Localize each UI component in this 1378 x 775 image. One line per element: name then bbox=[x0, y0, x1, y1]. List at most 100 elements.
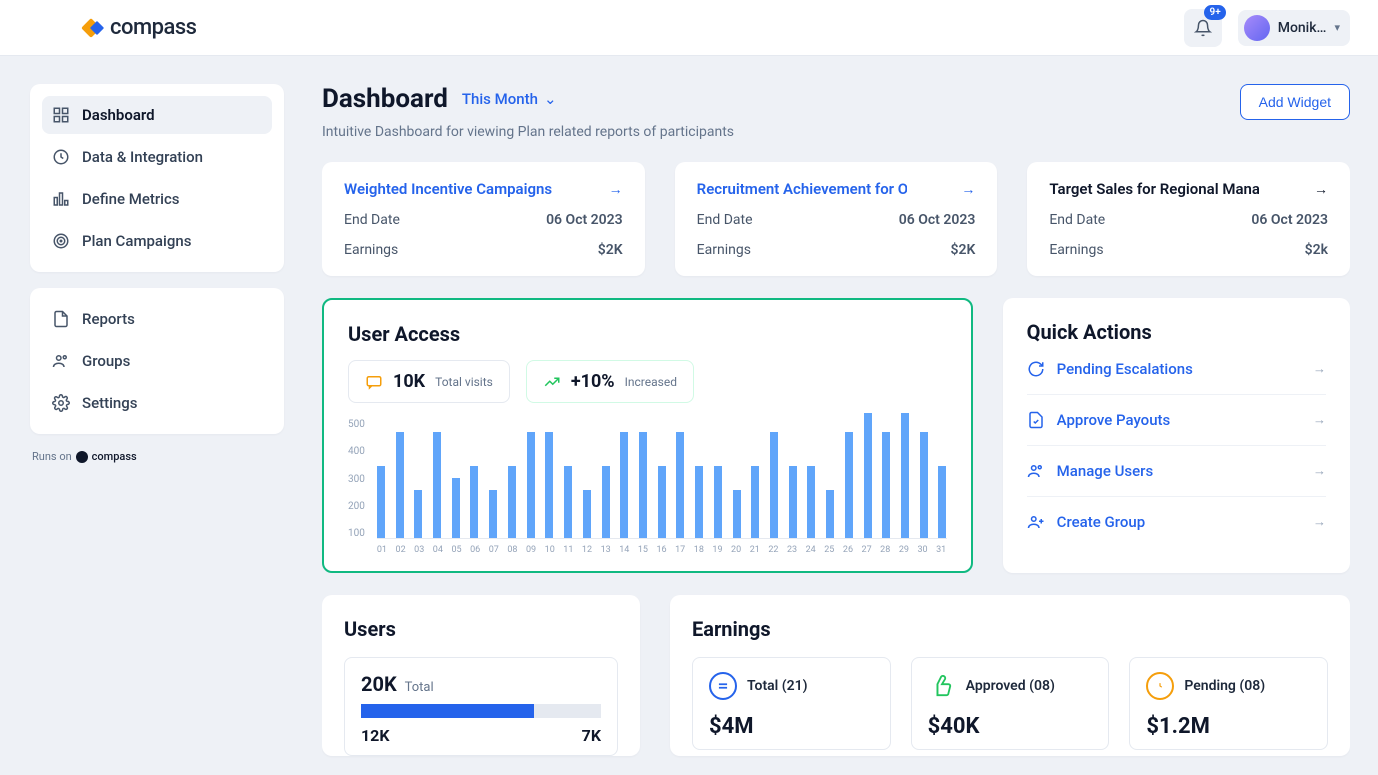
user-access-title: User Access bbox=[348, 322, 947, 346]
chart-bar bbox=[508, 466, 516, 538]
plan-card-3[interactable]: Target Sales for Regional Managers → End… bbox=[1027, 162, 1350, 276]
chart-bar bbox=[452, 478, 460, 538]
chart-bar bbox=[602, 466, 610, 538]
chart-bar bbox=[733, 490, 741, 538]
bottom-row: Users 20K Total 12K 7K Earnings bbox=[322, 595, 1350, 756]
chart-bar bbox=[845, 432, 853, 538]
plan-card-1[interactable]: Weighted Incentive Campaigns → End Date0… bbox=[322, 162, 645, 276]
plan-title: Target Sales for Regional Managers bbox=[1049, 180, 1259, 198]
page-title: Dashboard bbox=[322, 84, 448, 114]
chart-bar bbox=[751, 466, 759, 538]
plan-cards-row: Weighted Incentive Campaigns → End Date0… bbox=[322, 162, 1350, 276]
thumbs-up-icon bbox=[928, 672, 956, 700]
main: Dashboard This Month ⌄ Intuitive Dashboa… bbox=[322, 84, 1350, 775]
sidebar-item-reports[interactable]: Reports bbox=[42, 300, 272, 338]
compass-mini-icon bbox=[76, 451, 88, 463]
arrow-right-icon: → bbox=[1313, 463, 1326, 479]
chart-bar bbox=[414, 490, 422, 538]
users-title: Users bbox=[344, 617, 618, 641]
earnings-tile-approved: Approved (08) $40K bbox=[911, 657, 1110, 750]
avatar bbox=[1244, 15, 1270, 41]
notification-badge: 9+ bbox=[1204, 5, 1225, 20]
sidebar-item-plan-campaigns[interactable]: Plan Campaigns bbox=[42, 222, 272, 260]
quick-actions-card: Quick Actions Pending Escalations → Appr… bbox=[1003, 298, 1350, 573]
brand-logo[interactable]: compass bbox=[82, 15, 197, 40]
gear-icon bbox=[52, 394, 70, 412]
arrow-right-icon: → bbox=[961, 181, 975, 198]
chart-bar bbox=[396, 432, 404, 538]
metrics-icon bbox=[52, 190, 70, 208]
chat-icon bbox=[365, 373, 383, 391]
earnings-title: Earnings bbox=[692, 617, 1328, 641]
arrow-right-icon: → bbox=[1313, 412, 1326, 428]
quick-action-escalations[interactable]: Pending Escalations → bbox=[1027, 344, 1326, 395]
chart-bar bbox=[658, 466, 666, 538]
chart-bar bbox=[639, 432, 647, 538]
chart-bar bbox=[882, 432, 890, 538]
file-icon bbox=[52, 310, 70, 328]
logo-mark-icon bbox=[82, 17, 104, 39]
chart-bar bbox=[770, 432, 778, 538]
grid-icon bbox=[52, 106, 70, 124]
total-visits-pill: 10K Total visits bbox=[348, 360, 510, 403]
notifications-button[interactable]: 9+ bbox=[1184, 9, 1222, 47]
user-access-card: User Access 10K Total visits +10% Increa… bbox=[322, 298, 973, 573]
chart-bar bbox=[695, 466, 703, 538]
arrow-right-icon: → bbox=[1313, 514, 1326, 530]
file-check-icon bbox=[1027, 411, 1045, 429]
topbar-right: 9+ Monik… ▾ bbox=[1184, 9, 1350, 47]
clock-icon bbox=[52, 148, 70, 166]
refresh-icon bbox=[1027, 360, 1045, 378]
brand-name: compass bbox=[110, 15, 197, 40]
sidebar-item-settings[interactable]: Settings bbox=[42, 384, 272, 422]
chart-bar bbox=[377, 466, 385, 538]
earnings-card: Earnings Total (21) $4M bbox=[670, 595, 1350, 756]
sidebar-item-label: Groups bbox=[82, 352, 130, 370]
sidebar-item-define-metrics[interactable]: Define Metrics bbox=[42, 180, 272, 218]
sidebar-item-label: Reports bbox=[82, 310, 135, 328]
bell-icon bbox=[1194, 19, 1212, 37]
chart-bar bbox=[938, 466, 946, 538]
equals-icon bbox=[709, 672, 737, 700]
chart-bar bbox=[826, 490, 834, 538]
page-head: Dashboard This Month ⌄ Intuitive Dashboa… bbox=[322, 84, 1350, 140]
plan-card-2[interactable]: Recruitment Achievement for OND… → End D… bbox=[675, 162, 998, 276]
plan-title: Recruitment Achievement for OND… bbox=[697, 180, 907, 198]
user-menu[interactable]: Monik… ▾ bbox=[1238, 10, 1350, 46]
sidebar-item-groups[interactable]: Groups bbox=[42, 342, 272, 380]
quick-action-approve-payouts[interactable]: Approve Payouts → bbox=[1027, 395, 1326, 446]
sidebar-item-data-integration[interactable]: Data & Integration bbox=[42, 138, 272, 176]
users-card: Users 20K Total 12K 7K bbox=[322, 595, 640, 756]
quick-action-create-group[interactable]: Create Group → bbox=[1027, 497, 1326, 547]
quick-action-manage-users[interactable]: Manage Users → bbox=[1027, 446, 1326, 497]
runs-on: Runs on compass bbox=[30, 450, 284, 463]
chart-bar bbox=[789, 466, 797, 538]
earnings-tile-pending: Pending (08) $1.2M bbox=[1129, 657, 1328, 750]
chart-bar bbox=[901, 413, 909, 538]
sidebar-item-label: Settings bbox=[82, 394, 138, 412]
plan-title: Weighted Incentive Campaigns bbox=[344, 180, 554, 198]
sidebar-item-label: Dashboard bbox=[82, 106, 155, 124]
user-access-chart: 500400300200100 010203040506070809101112… bbox=[348, 419, 947, 555]
chart-bar bbox=[489, 490, 497, 538]
sidebar-item-dashboard[interactable]: Dashboard bbox=[42, 96, 272, 134]
add-widget-button[interactable]: Add Widget bbox=[1240, 84, 1350, 120]
sidebar-item-label: Define Metrics bbox=[82, 190, 180, 208]
period-dropdown[interactable]: This Month ⌄ bbox=[462, 90, 557, 108]
chart-bar bbox=[470, 466, 478, 538]
chart-bar bbox=[620, 432, 628, 538]
arrow-right-icon: → bbox=[1314, 181, 1328, 198]
sidebar-item-label: Plan Campaigns bbox=[82, 232, 191, 250]
users-icon bbox=[1027, 462, 1045, 480]
chart-bar bbox=[864, 413, 872, 538]
page-subtitle: Intuitive Dashboard for viewing Plan rel… bbox=[322, 124, 734, 140]
increase-pill: +10% Increased bbox=[526, 360, 694, 403]
sidebar-item-label: Data & Integration bbox=[82, 148, 203, 166]
chart-bar bbox=[433, 432, 441, 538]
users-plus-icon bbox=[1027, 513, 1045, 531]
chart-bar bbox=[676, 432, 684, 538]
user-name: Monik… bbox=[1278, 20, 1327, 36]
chart-bar bbox=[714, 466, 722, 538]
earnings-tile-total: Total (21) $4M bbox=[692, 657, 891, 750]
users-progress bbox=[361, 704, 601, 718]
